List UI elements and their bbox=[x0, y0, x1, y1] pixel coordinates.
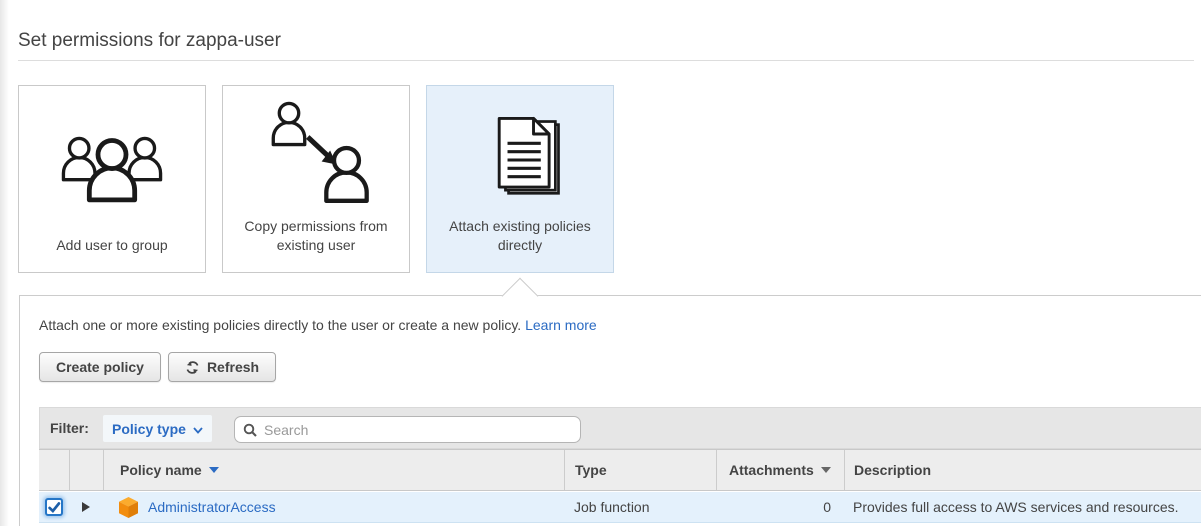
column-header-type: Type bbox=[564, 450, 716, 490]
window-edge bbox=[0, 0, 9, 526]
sort-desc-icon bbox=[208, 467, 219, 473]
table-header: Policy name Type Attachments Description bbox=[39, 449, 1201, 491]
header-checkbox-column bbox=[39, 450, 69, 490]
learn-more-link[interactable]: Learn more bbox=[525, 317, 597, 333]
policy-type-value: Job function bbox=[574, 499, 650, 515]
card-attach-existing-policies[interactable]: Attach existing policies directly bbox=[426, 85, 614, 273]
permission-options: Add user to group Copy permissions from … bbox=[18, 85, 614, 273]
filter-label: Filter: bbox=[50, 420, 89, 436]
card-label: Add user to group bbox=[56, 237, 168, 254]
search-box bbox=[234, 416, 581, 443]
sort-desc-icon bbox=[820, 467, 831, 473]
users-group-icon bbox=[19, 118, 205, 213]
page-title: Set permissions for zappa-user bbox=[18, 30, 281, 51]
expand-row-icon[interactable] bbox=[82, 502, 90, 512]
description-header-label: Description bbox=[854, 462, 932, 478]
header-expand-column bbox=[69, 450, 103, 490]
attach-policies-panel: Attach one or more existing policies dir… bbox=[19, 295, 1201, 526]
refresh-icon bbox=[185, 360, 200, 375]
column-header-description: Description bbox=[844, 450, 1201, 490]
policy-name-header-label: Policy name bbox=[120, 462, 202, 478]
row-checkbox[interactable] bbox=[45, 498, 63, 516]
chevron-down-icon bbox=[193, 421, 203, 437]
card-label: Attach existing policies directly bbox=[449, 217, 591, 254]
policy-name-link[interactable]: AdministratorAccess bbox=[148, 499, 276, 515]
checkmark-icon bbox=[48, 501, 61, 513]
refresh-label: Refresh bbox=[206, 359, 260, 375]
aws-policy-cube-icon bbox=[119, 496, 138, 518]
create-policy-label: Create policy bbox=[56, 359, 144, 375]
attachments-header-label: Attachments bbox=[729, 462, 814, 478]
description-text: Attach one or more existing policies dir… bbox=[39, 317, 522, 333]
policy-type-label: Policy type bbox=[112, 420, 186, 437]
policies-stack-icon bbox=[427, 110, 613, 210]
search-icon bbox=[243, 423, 257, 437]
refresh-button[interactable]: Refresh bbox=[167, 352, 277, 382]
column-header-policy-name[interactable]: Policy name bbox=[103, 450, 564, 490]
type-header-label: Type bbox=[575, 462, 607, 478]
panel-description: Attach one or more existing policies dir… bbox=[39, 317, 597, 333]
create-policy-button[interactable]: Create policy bbox=[39, 352, 161, 382]
card-add-user-to-group[interactable]: Add user to group bbox=[18, 85, 206, 273]
table-row[interactable]: AdministratorAccess Job function 0 Provi… bbox=[39, 492, 1201, 523]
column-header-attachments[interactable]: Attachments bbox=[716, 450, 844, 490]
title-divider bbox=[18, 60, 1194, 61]
card-label: Copy permissions from existing user bbox=[244, 217, 388, 254]
policy-type-dropdown[interactable]: Policy type bbox=[103, 415, 212, 442]
search-input[interactable] bbox=[264, 421, 572, 438]
policy-description: Provides full access to AWS services and… bbox=[853, 499, 1179, 515]
card-copy-permissions[interactable]: Copy permissions from existing user bbox=[222, 85, 410, 273]
copy-user-icon bbox=[223, 98, 409, 216]
filter-bar: Filter: Policy type bbox=[39, 407, 1201, 449]
attachments-count: 0 bbox=[823, 499, 831, 515]
